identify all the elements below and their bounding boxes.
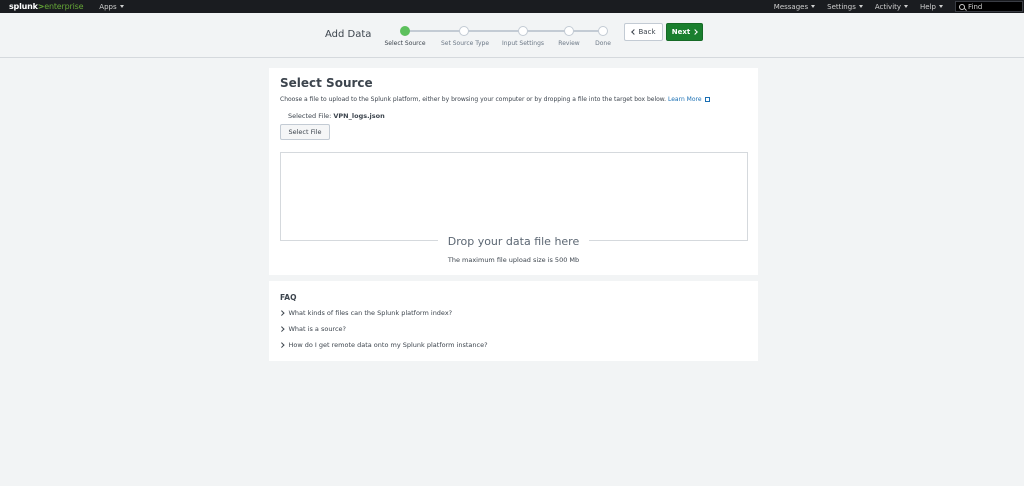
selected-file-label: Selected File: [288,112,332,120]
chevron-right-icon [279,326,285,332]
file-drop-zone[interactable] [280,152,748,241]
chevron-right-icon [692,29,699,35]
caret-down-icon [119,5,124,8]
external-link-icon [704,97,710,102]
step-dot-input-settings [518,26,528,36]
faq-item-label: What is a source? [288,325,347,333]
apps-menu[interactable]: Apps [99,2,124,11]
search-icon [959,3,965,10]
caret-down-icon [904,5,909,8]
help-menu-label: Help [920,2,936,11]
find-placeholder: Find [968,2,983,11]
selected-file-name: VPN_logs.json [333,112,385,120]
step-dot-review [564,26,574,36]
chevron-left-icon [630,29,637,35]
top-nav-bar: splunk>enterprise Apps Messages Settings… [0,0,1024,13]
step-label-set-source-type: Set Source Type [440,40,490,47]
help-menu[interactable]: Help [920,3,943,11]
step-label-review: Review [558,40,580,47]
step-dot-select-source [400,26,410,36]
faq-item-label: How do I get remote data onto my Splunk … [288,341,488,349]
step-dot-set-source-type [459,26,469,36]
find-input[interactable]: Find [955,1,1023,12]
selected-file-info: Selected File: VPN_logs.json [288,112,385,120]
learn-more-label: Learn More [667,96,702,103]
faq-item[interactable]: What kinds of files can the Splunk platf… [279,309,453,317]
splunk-logo[interactable]: splunk>enterprise [9,2,83,11]
settings-menu[interactable]: Settings [827,3,863,11]
step-dot-done [598,26,608,36]
drop-zone-text: Drop your data file here [269,235,758,248]
activity-menu[interactable]: Activity [874,2,909,11]
back-button[interactable]: Back [624,23,663,41]
activity-menu-label: Activity [874,2,902,11]
chevron-right-icon [279,310,285,316]
add-data-wizard-header: Add Data Select Source Set Source Type I… [0,13,1024,58]
step-label-select-source: Select Source [384,40,426,47]
caret-down-icon [858,5,863,8]
caret-down-icon [939,5,943,8]
description-text: Choose a file to upload to the Splunk pl… [280,96,667,103]
step-label-done: Done [595,40,611,47]
faq-title: FAQ [280,293,297,302]
faq-panel: FAQ What kinds of files can the Splunk p… [269,281,758,361]
settings-menu-label: Settings [827,2,856,11]
apps-menu-label: Apps [99,2,117,11]
learn-more-link[interactable]: Learn More [668,96,710,103]
section-title: Select Source [280,76,373,90]
source-description: Choose a file to upload to the Splunk pl… [280,96,710,103]
next-button[interactable]: Next [666,23,703,41]
faq-item[interactable]: How do I get remote data onto my Splunk … [279,341,488,349]
chevron-right-icon [279,342,285,348]
messages-menu-label: Messages [773,2,809,11]
max-upload-size-text: The maximum file upload size is 500 Mb [447,256,580,264]
back-button-label: Back [638,28,656,36]
select-file-button[interactable]: Select File [280,124,330,140]
caret-down-icon [811,5,816,8]
messages-menu[interactable]: Messages [773,2,816,11]
select-source-panel: Select Source Choose a file to upload to… [269,68,758,275]
faq-item-label: What kinds of files can the Splunk platf… [288,309,453,317]
page-title: Add Data [325,29,372,40]
drop-zone-label: Drop your data file here [437,235,590,248]
next-button-label: Next [671,28,691,36]
step-label-input-settings: Input Settings [501,40,545,47]
faq-item[interactable]: What is a source? [279,325,347,333]
